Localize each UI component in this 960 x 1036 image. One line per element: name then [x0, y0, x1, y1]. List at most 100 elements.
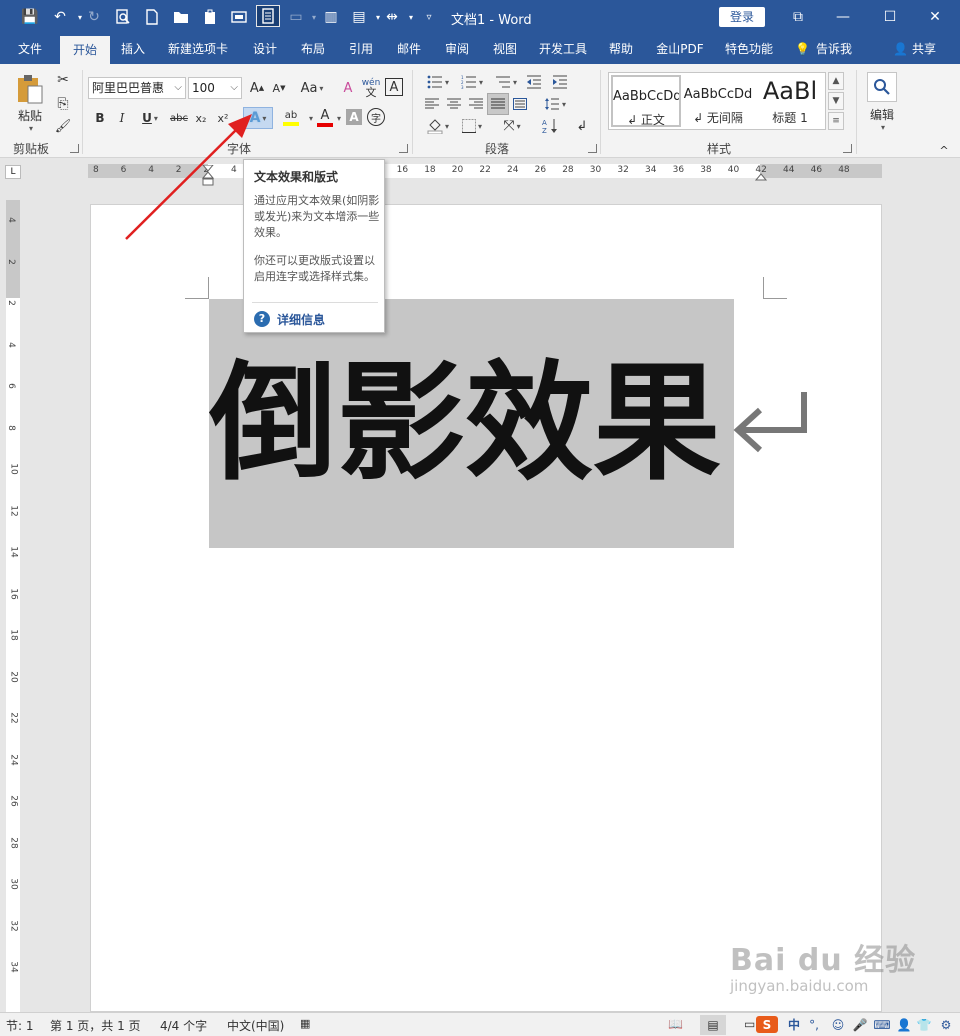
tab-view[interactable]: 视图	[484, 34, 526, 64]
save-icon[interactable]: 💾	[19, 7, 41, 27]
tab-layout[interactable]: 布局	[292, 34, 334, 64]
customize-qat-icon[interactable]: ▿	[418, 7, 440, 27]
highlight-button[interactable]: ab	[276, 106, 306, 130]
tab-file[interactable]: 文件	[8, 34, 52, 64]
font-size-combo[interactable]: 100 ⌵	[188, 77, 242, 99]
ruler-number: 34	[645, 165, 657, 175]
clipboard-launcher-icon[interactable]	[70, 144, 79, 153]
tab-mailings[interactable]: 邮件	[388, 34, 430, 64]
gallery-up-icon[interactable]: ▲	[828, 72, 844, 90]
undo-icon[interactable]: ↶	[49, 7, 71, 27]
status-word-count[interactable]: 4/4 个字	[160, 1017, 207, 1034]
character-shading-icon[interactable]: A	[346, 109, 362, 125]
read-mode-view-icon[interactable]: 📖	[668, 1017, 683, 1031]
increase-indent-icon[interactable]	[550, 72, 570, 92]
tell-me-search[interactable]: 💡 告诉我	[795, 34, 852, 64]
right-indent-marker[interactable]	[754, 170, 768, 181]
paste-button[interactable]: 粘贴 ▾	[10, 70, 50, 136]
tab-review[interactable]: 审阅	[436, 34, 478, 64]
ime-user-icon[interactable]: 👤	[896, 1016, 912, 1033]
font-launcher-icon[interactable]	[399, 144, 408, 153]
font-color-dropdown-icon[interactable]: ▾	[334, 108, 342, 128]
enclose-characters-icon[interactable]: 字	[367, 108, 385, 126]
maximize-button[interactable]: ☐	[875, 5, 905, 29]
vertical-ruler[interactable]: 4 2 2 4 6 8 10 12 14 16 18 20 22 24 26 28 30 32 34	[6, 200, 20, 1012]
distributed-icon[interactable]	[510, 94, 530, 114]
clear-format-icon[interactable]: A	[338, 78, 358, 98]
grow-font-button[interactable]: A ▲	[248, 78, 266, 98]
tab-help[interactable]: 帮助	[600, 34, 642, 64]
tab-new-tab[interactable]: 新建选项卡	[160, 34, 236, 64]
redo-icon[interactable]: ↻	[83, 7, 105, 27]
styles-launcher-icon[interactable]	[843, 144, 852, 153]
paragraph-launcher-icon[interactable]	[588, 144, 597, 153]
sogou-ime-icon[interactable]: S	[756, 1016, 778, 1033]
ribbon-display-icon[interactable]: ⧉	[783, 5, 813, 29]
status-section[interactable]: 节: 1	[6, 1017, 34, 1034]
minimize-button[interactable]: —	[828, 5, 858, 29]
collapse-ribbon-icon[interactable]: ^	[936, 144, 952, 157]
justify-icon[interactable]	[487, 93, 509, 115]
chinese-layout-button[interactable]: ⤧ ▾	[496, 116, 528, 136]
tab-insert[interactable]: 插入	[112, 34, 154, 64]
macro-record-icon[interactable]: ▦	[300, 1017, 310, 1030]
tab-home[interactable]: 开始	[60, 36, 110, 64]
style-heading-1[interactable]: AaBl 标题 1	[755, 75, 825, 127]
tab-selector[interactable]: L	[5, 165, 21, 179]
ime-keyboard-icon[interactable]: ⌨	[873, 1016, 890, 1033]
compare-icon[interactable]	[228, 7, 250, 27]
align-right-icon[interactable]	[466, 94, 486, 114]
new-document-icon[interactable]	[141, 7, 163, 27]
print-layout-view-icon[interactable]: ▤	[700, 1015, 726, 1035]
login-button[interactable]: 登录	[719, 7, 765, 27]
style-normal[interactable]: AaBbCcDd ↲ 正文	[611, 75, 681, 127]
paste-special-icon[interactable]	[199, 7, 221, 27]
share-button[interactable]: 👤 共享	[893, 34, 936, 64]
bullets-button[interactable]: ▾	[422, 72, 454, 92]
web-layout-view-icon[interactable]: ▭	[744, 1017, 755, 1031]
columns-icon[interactable]: ▥	[320, 7, 342, 27]
line-spacing-button[interactable]: ▾	[540, 94, 570, 114]
change-case-button[interactable]: Aa ▾	[296, 78, 328, 98]
multilevel-list-button[interactable]: ▾	[490, 72, 522, 92]
style-no-spacing[interactable]: AaBbCcDd ↲ 无间隔	[683, 75, 753, 127]
ime-punctuation-icon[interactable]: °,	[806, 1016, 822, 1033]
tab-design[interactable]: 设计	[244, 34, 286, 64]
copy-icon[interactable]: ⎘	[53, 94, 73, 114]
bold-icon[interactable]: B	[92, 108, 108, 128]
tab-developer[interactable]: 开发工具	[532, 34, 594, 64]
ime-emoji-icon[interactable]: ☺	[830, 1016, 846, 1033]
status-language[interactable]: 中文(中国)	[227, 1017, 284, 1034]
shading-button[interactable]: ▾	[422, 116, 454, 136]
tab-features[interactable]: 特色功能	[718, 34, 780, 64]
ime-skin-icon[interactable]: 👕	[916, 1016, 932, 1033]
shrink-font-button[interactable]: A ▼	[270, 78, 288, 98]
align-center-icon[interactable]	[444, 94, 464, 114]
gallery-more-icon[interactable]: ≡	[828, 112, 844, 130]
print-preview-icon[interactable]	[112, 7, 134, 27]
align-left-icon[interactable]	[422, 94, 442, 114]
phonetic-guide-icon[interactable]: wén 文	[360, 76, 382, 100]
gallery-down-icon[interactable]: ▼	[828, 92, 844, 110]
character-border-icon[interactable]: A	[385, 78, 403, 96]
editing-button[interactable]: 编辑 ▾	[864, 70, 900, 134]
ime-voice-icon[interactable]: 🎤	[852, 1016, 868, 1033]
status-page[interactable]: 第 1 页，共 1 页	[50, 1017, 141, 1034]
show-marks-icon[interactable]: ↲	[572, 116, 592, 136]
tab-references[interactable]: 引用	[340, 34, 382, 64]
read-mode-icon[interactable]	[256, 5, 280, 27]
ime-chinese-icon[interactable]: 中	[786, 1016, 802, 1033]
close-button[interactable]: ✕	[920, 5, 950, 29]
sort-icon[interactable]: AZ	[540, 116, 560, 136]
tooltip-more-info-link[interactable]: 详细信息	[277, 311, 325, 328]
open-folder-icon[interactable]	[170, 7, 192, 27]
cut-icon[interactable]: ✂	[53, 70, 73, 90]
tab-kingsoft-pdf[interactable]: 金山PDF	[650, 34, 710, 64]
document-text[interactable]: 倒影效果	[209, 349, 721, 499]
ime-settings-icon[interactable]: ⚙	[938, 1016, 954, 1033]
font-name-combo[interactable]: 阿里巴巴普惠 ⌵	[88, 77, 186, 99]
numbering-button[interactable]: 1 2 3 ▾	[456, 72, 488, 92]
decrease-indent-icon[interactable]	[524, 72, 544, 92]
format-painter-icon[interactable]: 🖌	[53, 116, 73, 136]
borders-button[interactable]: ▾	[456, 116, 488, 136]
